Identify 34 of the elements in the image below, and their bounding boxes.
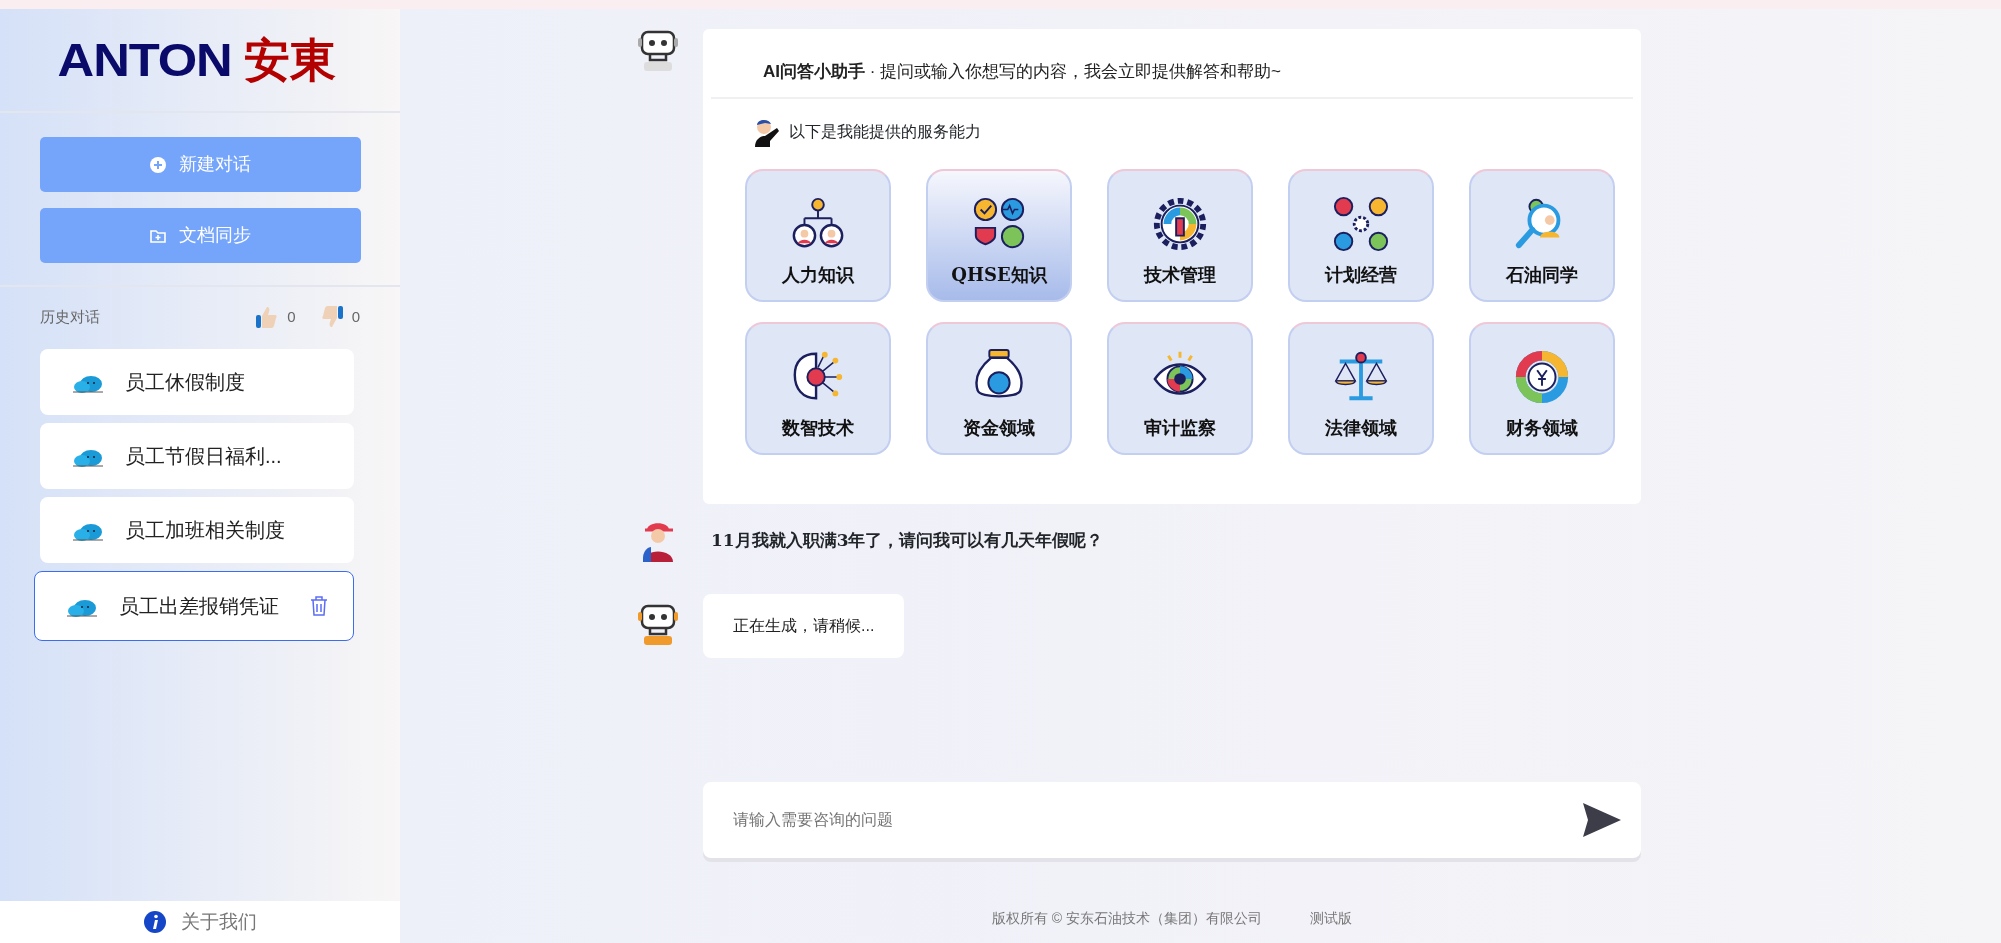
- service-tile[interactable]: 计划经营: [1288, 168, 1434, 302]
- service-tile[interactable]: 审计监察: [1107, 321, 1253, 455]
- about-link[interactable]: 关于我们: [181, 907, 257, 937]
- logo-text: ANTON: [57, 31, 233, 88]
- user-message: 11月我就入职满3年了，请问我可以有几天年假呢？: [710, 529, 1104, 553]
- assistant-header: AI问答小助手 · 提问或输入你想写的内容，我会立即提供解答和帮助~: [711, 29, 1633, 99]
- conversation-item[interactable]: 员工休假制度: [40, 349, 354, 415]
- question-field[interactable]: 请输入需要咨询的问题: [703, 782, 1641, 858]
- plus-circle-icon: [149, 155, 167, 174]
- logo-text: 安東: [243, 32, 336, 88]
- history-heading: 历史对话: [40, 306, 100, 327]
- delete-icon[interactable]: [309, 595, 329, 617]
- thumbs-up-icon[interactable]: [255, 305, 280, 329]
- service-tile[interactable]: QHSE知识: [926, 168, 1072, 302]
- service-tile[interactable]: 技术管理: [1107, 168, 1253, 302]
- service-tile[interactable]: 数智技术: [745, 321, 891, 455]
- services-intro: 以下是我能提供的服务能力: [789, 121, 981, 142]
- thumbs-down-icon[interactable]: [319, 305, 344, 329]
- service-tile[interactable]: 法律领域: [1288, 321, 1434, 455]
- service-tile[interactable]: 石油同学: [1469, 168, 1615, 302]
- service-tile[interactable]: 资金领域: [926, 321, 1072, 455]
- like-count: 0: [287, 306, 296, 327]
- dislike-count: 0: [351, 306, 360, 327]
- conversation-item[interactable]: 员工加班相关制度: [40, 497, 354, 563]
- send-icon[interactable]: [1581, 801, 1623, 839]
- info-icon: [143, 910, 167, 934]
- copyright-text: 版权所有 © 安东石油技术（集团）有限公司: [991, 909, 1263, 928]
- service-tile[interactable]: 人力知识: [745, 168, 891, 302]
- version-label: 测试版: [1310, 909, 1353, 928]
- conversation-item[interactable]: 员工出差报销凭证: [34, 571, 354, 641]
- service-tile[interactable]: 财务领域: [1469, 321, 1615, 455]
- bot-message: 正在生成，请稍候...: [703, 594, 905, 658]
- conversation-item[interactable]: 员工节假日福利...: [40, 423, 354, 489]
- planning-icons-drawing: [1332, 194, 1390, 253]
